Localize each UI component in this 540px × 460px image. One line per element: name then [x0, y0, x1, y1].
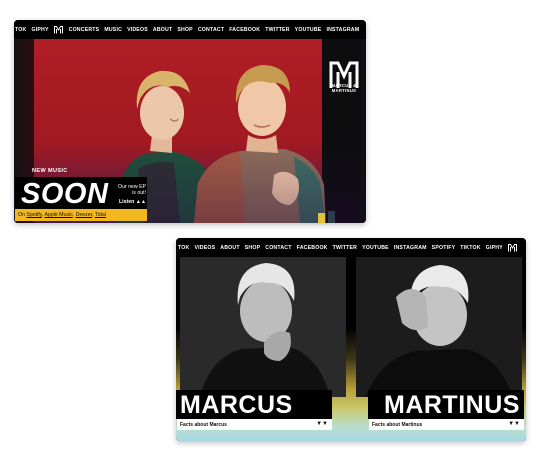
- nav-concerts[interactable]: CONCERTS: [69, 27, 100, 33]
- expand-arrows-icon: ▼▼: [316, 420, 328, 427]
- martinus-facts-label: Facts about Martinus: [372, 421, 423, 428]
- expand-arrows-icon: ▼▼: [508, 420, 520, 427]
- homepage-screenshot: TOK GIPHY CONCERTS MUSIC VIDEOS ABOUT SH…: [14, 20, 366, 223]
- nav-videos[interactable]: VIDEOS: [194, 245, 215, 251]
- top-nav: TOK GIPHY CONCERTS MUSIC VIDEOS ABOUT SH…: [14, 20, 366, 39]
- martinus-portrait-image: [356, 257, 522, 397]
- martinus-name: MARTINUS: [384, 391, 520, 419]
- marcus-name-box: MARCUS: [176, 390, 332, 419]
- marcus-portrait-image: [180, 257, 346, 397]
- martinus-facts-button[interactable]: Facts about Martinus ▼▼: [369, 419, 524, 430]
- nav-youtube[interactable]: YOUTUBE: [295, 27, 322, 33]
- brand-logo-text: MARCUS & MARTINUS: [331, 83, 357, 93]
- mm-logo-icon[interactable]: [53, 25, 63, 34]
- link-deezer[interactable]: Deezer: [76, 212, 92, 218]
- martinus-name-box: MARTINUS: [368, 390, 524, 419]
- nav-youtube[interactable]: YOUTUBE: [362, 245, 389, 251]
- members-page-screenshot: TOK VIDEOS ABOUT SHOP CONTACT FACEBOOK T…: [176, 238, 526, 441]
- nav-spotify[interactable]: SPOTIFY: [432, 245, 456, 251]
- nav-giphy[interactable]: GIPHY: [31, 27, 48, 33]
- mm-logo-icon[interactable]: [507, 243, 517, 252]
- new-music-label: NEW MUSIC: [32, 168, 68, 174]
- link-spotify[interactable]: Spotify: [26, 212, 41, 218]
- link-apple-music[interactable]: Apple Music: [44, 212, 72, 218]
- nav-facebook[interactable]: FACEBOOK: [229, 27, 260, 33]
- nav-instagram[interactable]: INSTAGRAM: [326, 27, 359, 33]
- ep-promo-box: Our new EP is out! Listen ▲▲: [113, 177, 147, 209]
- top-nav-2: TOK VIDEOS ABOUT SHOP CONTACT FACEBOOK T…: [176, 238, 526, 257]
- ep-announcement: Our new EP is out!: [118, 184, 146, 196]
- members-section: MARCUS Facts about Marcus ▼▼ MARTINUS Fa…: [176, 257, 526, 441]
- martinus-photo[interactable]: [356, 257, 522, 397]
- nav-tiktok-short[interactable]: TOK: [178, 245, 189, 251]
- nav-about[interactable]: ABOUT: [220, 245, 239, 251]
- nav-shop[interactable]: SHOP: [177, 27, 193, 33]
- nav-shop[interactable]: SHOP: [245, 245, 261, 251]
- listen-button[interactable]: Listen ▲▲: [116, 199, 146, 205]
- nav-contact[interactable]: CONTACT: [198, 27, 224, 33]
- nav-videos[interactable]: VIDEOS: [127, 27, 148, 33]
- nav-instagram[interactable]: INSTAGRAM: [394, 245, 427, 251]
- nav-twitter[interactable]: TWITTER: [265, 27, 289, 33]
- nav-facebook[interactable]: FACEBOOK: [297, 245, 328, 251]
- nav-music[interactable]: MUSIC: [104, 27, 122, 33]
- nav-tiktok[interactable]: TOK: [15, 27, 26, 33]
- headline-text: SOON: [21, 178, 109, 210]
- nav-about[interactable]: ABOUT: [153, 27, 172, 33]
- marcus-facts-button[interactable]: Facts about Marcus ▼▼: [177, 419, 332, 430]
- nav-contact[interactable]: CONTACT: [265, 245, 291, 251]
- headline-box: SOON: [15, 177, 113, 209]
- nav-giphy[interactable]: GIPHY: [486, 245, 503, 251]
- small-figures-image: [318, 211, 335, 223]
- streaming-links-bar: On Spotify, Apple Music, Deezer, Tidal: [15, 209, 147, 221]
- nav-twitter[interactable]: TWITTER: [333, 245, 357, 251]
- marcus-photo[interactable]: [180, 257, 346, 397]
- link-tidal[interactable]: Tidal: [95, 212, 106, 218]
- marcus-facts-label: Facts about Marcus: [180, 421, 227, 428]
- streaming-links: On Spotify, Apple Music, Deezer, Tidal: [18, 212, 106, 218]
- marcus-name: MARCUS: [180, 391, 293, 419]
- nav-tiktok[interactable]: TIKTOK: [460, 245, 480, 251]
